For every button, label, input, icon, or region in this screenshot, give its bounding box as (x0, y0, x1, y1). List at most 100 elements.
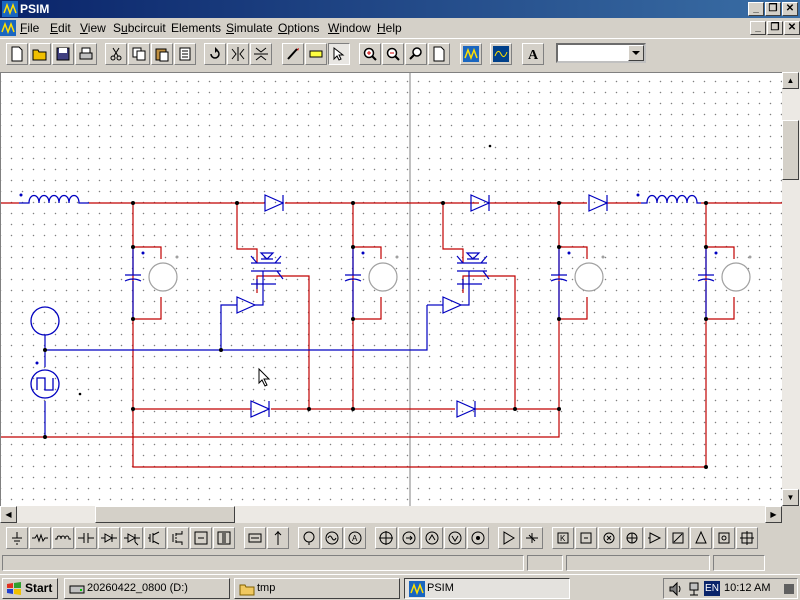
comparator-button[interactable] (498, 527, 520, 549)
simview-button[interactable] (490, 43, 512, 65)
horizontal-scroll-thumb[interactable] (95, 506, 235, 523)
schematic-drawing[interactable] (1, 73, 782, 506)
task-folder-window[interactable]: tmp (234, 578, 400, 599)
task-drive-window[interactable]: 20260422_0800 (D:) (64, 578, 230, 599)
switch-controller-button[interactable] (736, 527, 758, 549)
zoom-combo[interactable] (556, 43, 646, 63)
capacitor-button[interactable] (75, 527, 97, 549)
diode-button[interactable] (98, 527, 120, 549)
scroll-down-button[interactable]: ▼ (782, 489, 799, 506)
inductor-right[interactable] (641, 194, 701, 204)
diode-d5[interactable] (456, 400, 477, 418)
horizontal-scrollbar[interactable]: ◀ ▶ (0, 506, 782, 523)
sampler-button[interactable] (621, 527, 643, 549)
print-button[interactable] (75, 43, 97, 65)
volume-icon[interactable] (668, 581, 684, 597)
gain-button[interactable]: K (552, 527, 574, 549)
rotate-button[interactable] (204, 43, 226, 65)
limiter-button[interactable] (521, 527, 543, 549)
flip-horizontal-button[interactable] (227, 43, 249, 65)
text-button[interactable]: A (522, 43, 544, 65)
restore-button[interactable]: ❐ (765, 2, 781, 16)
mdi-restore-button[interactable]: ❐ (767, 21, 783, 35)
gate-driver-2[interactable] (442, 296, 463, 314)
mdi-close-button[interactable]: ✕ (784, 21, 800, 35)
triangle-source-button[interactable] (667, 527, 689, 549)
menu-subcircuit[interactable]: Subcircuit (113, 21, 166, 35)
minimize-button[interactable]: _ (748, 2, 764, 16)
gate-driver-1[interactable] (236, 296, 257, 314)
menu-options[interactable]: Options (278, 21, 319, 35)
square-wave-source[interactable] (30, 369, 60, 399)
summer-button[interactable] (598, 527, 620, 549)
wire-button[interactable] (282, 43, 304, 65)
new-button[interactable] (6, 43, 28, 65)
diode-d1[interactable] (264, 194, 285, 212)
power-wiring[interactable] (1, 202, 782, 468)
ground-button[interactable] (6, 527, 28, 549)
voltage-source-button[interactable] (267, 527, 289, 549)
igbt-switch-1[interactable] (250, 252, 284, 293)
open-button[interactable] (29, 43, 51, 65)
menu-elements[interactable]: Elements (171, 21, 221, 35)
step-button[interactable] (690, 527, 712, 549)
network-icon[interactable] (686, 581, 702, 597)
resistor-button[interactable] (29, 527, 51, 549)
tray-extra-icon[interactable] (782, 581, 796, 597)
zoom-fit-button[interactable] (405, 43, 427, 65)
copy-button[interactable] (128, 43, 150, 65)
current-probe-button[interactable] (398, 527, 420, 549)
diode-d4[interactable] (250, 400, 271, 418)
simulate-button[interactable] (460, 43, 482, 65)
inductor-button[interactable] (52, 527, 74, 549)
schematic-canvas[interactable] (0, 72, 782, 506)
close-button[interactable]: ✕ (782, 2, 798, 16)
sine-source-button[interactable] (298, 527, 320, 549)
language-indicator[interactable]: EN (704, 581, 720, 596)
switch-module-button[interactable] (190, 527, 212, 549)
vertical-scrollbar[interactable]: ▲ ▼ (782, 72, 800, 506)
page-button[interactable] (428, 43, 450, 65)
wattmeter-button[interactable] (421, 527, 443, 549)
ammeter-button[interactable]: A (344, 527, 366, 549)
paste-button[interactable] (151, 43, 173, 65)
igbt-switch-2[interactable] (456, 252, 490, 293)
voltmeters[interactable] (148, 262, 751, 292)
ac-source-button[interactable] (321, 527, 343, 549)
mdi-minimize-button[interactable]: _ (750, 21, 766, 35)
flip-vertical-button[interactable] (250, 43, 272, 65)
transformer-button[interactable] (213, 527, 235, 549)
scroll-up-button[interactable]: ▲ (782, 72, 799, 89)
clock[interactable]: 10:12 AM (724, 582, 770, 594)
zoom-in-button[interactable] (359, 43, 381, 65)
probe-button[interactable] (467, 527, 489, 549)
chevron-down-icon[interactable] (628, 45, 644, 61)
menu-file[interactable]: File (20, 21, 39, 35)
select-button[interactable] (328, 43, 350, 65)
menu-simulate[interactable]: Simulate (226, 21, 273, 35)
igbt-button[interactable] (144, 527, 166, 549)
zoom-out-button[interactable] (382, 43, 404, 65)
thyristor-button[interactable] (121, 527, 143, 549)
voltage-probe-button[interactable] (375, 527, 397, 549)
menu-window[interactable]: Window (328, 21, 371, 35)
diode-d3[interactable] (588, 194, 609, 212)
cut-button[interactable] (105, 43, 127, 65)
menu-view[interactable]: View (80, 21, 106, 35)
dc-source-button[interactable] (244, 527, 266, 549)
menu-edit[interactable]: Edit (50, 21, 71, 35)
menu-help[interactable]: Help (377, 21, 402, 35)
integrator-button[interactable] (575, 527, 597, 549)
task-psim-window[interactable]: PSIM (404, 578, 570, 599)
varmeter-button[interactable] (444, 527, 466, 549)
start-button[interactable]: Start (2, 578, 58, 599)
vertical-scroll-thumb[interactable] (782, 120, 799, 180)
dc-source[interactable] (30, 306, 60, 336)
inductor-left[interactable] (19, 194, 89, 204)
save-button[interactable] (52, 43, 74, 65)
const-button[interactable] (713, 527, 735, 549)
scroll-right-button[interactable]: ▶ (765, 506, 782, 523)
mosfet-button[interactable] (167, 527, 189, 549)
label-button[interactable] (305, 43, 327, 65)
psim-app-icon[interactable] (2, 1, 18, 17)
